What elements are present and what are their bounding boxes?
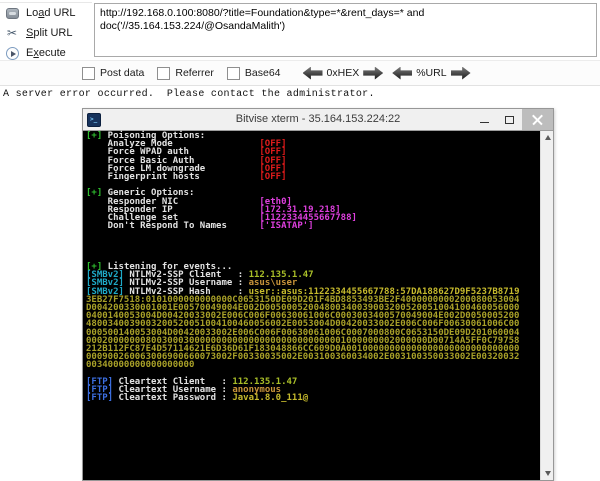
referrer-label: Referrer — [175, 67, 214, 79]
execute-label: Execute — [26, 47, 66, 59]
hex-encoder-label: 0xHEX — [326, 67, 360, 79]
terminal-body: [+] Poisoning Options: Analyze Mode [OFF… — [83, 131, 553, 480]
terminal-line: 00340000000000000000 — [86, 360, 195, 371]
hackbar-panel: Load URL Split URL Execute http://192.168.… — [0, 0, 600, 86]
url-input[interactable]: http://192.168.0.100:8080/?title=Foundat… — [94, 3, 597, 57]
bitvise-xterm-window: Bitvise xterm - 35.164.153.224:22 [+] Po… — [82, 108, 554, 481]
play-icon — [4, 45, 20, 61]
maximize-button[interactable] — [497, 109, 522, 130]
url-encoder-label: %URL — [416, 67, 447, 79]
hex-decode-arrow-button[interactable] — [302, 66, 323, 80]
base64-checkbox-group: Base64 — [226, 66, 281, 80]
split-url-button[interactable]: Split URL — [0, 23, 92, 43]
minimize-button[interactable] — [471, 109, 497, 130]
url-encoder-group: %URL — [392, 66, 471, 80]
minimize-icon — [479, 122, 489, 123]
load-url-label: Load URL — [26, 7, 76, 19]
url-decode-arrow-button[interactable] — [392, 66, 413, 80]
terminal-output: [+] Poisoning Options: Analyze Mode [OFF… — [86, 132, 539, 403]
post-data-checkbox[interactable] — [82, 66, 95, 80]
close-button[interactable] — [522, 109, 553, 130]
hex-encoder-group: 0xHEX — [302, 66, 384, 80]
maximize-icon — [505, 115, 514, 124]
scroll-up-button[interactable] — [541, 131, 554, 144]
terminal-line: Don't Respond To Names ['ISATAP'] — [86, 221, 314, 232]
terminal-line: Fingerprint hosts [OFF] — [86, 171, 287, 182]
scroll-up-icon — [544, 135, 551, 140]
url-input-wrap: http://192.168.0.100:8080/?title=Foundat… — [94, 3, 597, 57]
hackbar-toolbar: Load URL Split URL Execute — [0, 2, 92, 63]
scissors-icon — [4, 25, 20, 41]
terminal-scrollbar[interactable] — [540, 131, 553, 480]
referrer-checkbox-group: Referrer — [157, 66, 214, 80]
post-data-checkbox-group: Post data — [82, 66, 145, 80]
window-title-bar[interactable]: Bitvise xterm - 35.164.153.224:22 — [83, 109, 553, 131]
url-encode-arrow-button[interactable] — [450, 66, 471, 80]
split-url-label: Split URL — [26, 27, 73, 39]
terminal-line: [FTP] Cleartext Password : Java1.8.0_111… — [86, 393, 309, 403]
hex-encode-arrow-button[interactable] — [363, 66, 384, 80]
options-row: Post data Referrer Base64 0xHEX %URL — [0, 60, 600, 86]
scroll-down-icon — [544, 471, 551, 476]
close-icon — [532, 114, 543, 125]
post-data-label: Post data — [100, 67, 145, 79]
load-url-button[interactable]: Load URL — [0, 3, 92, 23]
base64-checkbox[interactable] — [226, 66, 240, 80]
globe-icon — [4, 5, 20, 21]
scroll-down-button[interactable] — [541, 467, 554, 480]
server-error-message: A server error occurred. Please contact … — [3, 89, 375, 100]
base64-label: Base64 — [244, 67, 281, 79]
referrer-checkbox[interactable] — [157, 66, 171, 80]
